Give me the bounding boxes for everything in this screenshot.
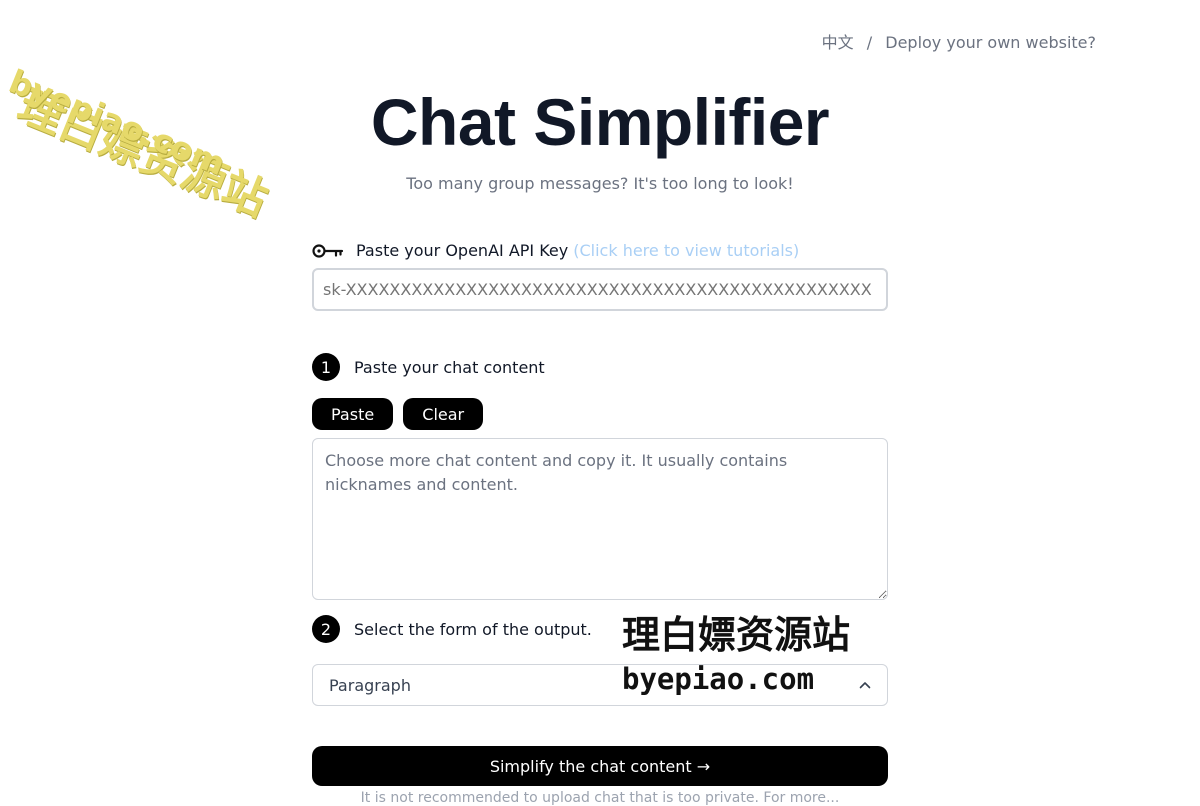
step1-label-row: 1 Paste your chat content — [312, 353, 888, 381]
step-2-badge: 2 — [312, 615, 340, 643]
api-key-label: Paste your OpenAI API Key — [356, 241, 569, 260]
key-icon — [312, 243, 344, 258]
step-2-label: Select the form of the output. — [354, 619, 592, 639]
language-link[interactable]: 中文 — [822, 33, 854, 52]
tutorial-link[interactable]: (Click here to view tutorials) — [573, 241, 799, 260]
chevron-up-icon — [859, 682, 871, 689]
api-key-label-row: Paste your OpenAI API Key (Click here to… — [312, 241, 888, 260]
chat-content-textarea[interactable] — [312, 438, 888, 600]
paste-button[interactable]: Paste — [312, 398, 394, 430]
nav-separator: / — [866, 33, 873, 52]
footnote: It is not recommended to upload chat tha… — [360, 790, 840, 806]
page-subtitle: Too many group messages? It's too long t… — [406, 174, 794, 193]
top-nav: 中文 / Deploy your own website? — [822, 29, 1096, 53]
deploy-link[interactable]: Deploy your own website? — [885, 33, 1096, 52]
chat-actions: Paste Clear — [312, 398, 888, 430]
step-1-badge: 1 — [312, 353, 340, 381]
output-form-value: Paragraph — [329, 675, 411, 695]
api-key-input[interactable] — [312, 268, 888, 311]
step-1-label: Paste your chat content — [354, 357, 545, 377]
step2-label-row: 2 Select the form of the output. — [312, 615, 888, 643]
page-title: Chat Simplifier — [370, 85, 830, 159]
simplify-button[interactable]: Simplify the chat content → — [312, 746, 888, 786]
clear-button[interactable]: Clear — [403, 398, 484, 430]
output-form-select[interactable]: Paragraph — [312, 664, 888, 706]
